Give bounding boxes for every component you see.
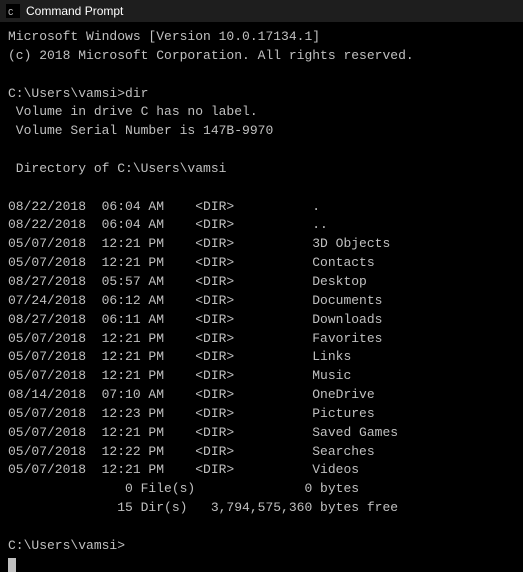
terminal-line-20: 05/07/2018 12:23 PM <DIR> Pictures xyxy=(8,406,375,421)
terminal-line-22: 05/07/2018 12:22 PM <DIR> Searches xyxy=(8,444,375,459)
cmd-icon: C xyxy=(6,4,20,18)
terminal-line-4: Volume in drive C has no label. xyxy=(8,104,258,119)
terminal-line-11: 05/07/2018 12:21 PM <DIR> 3D Objects xyxy=(8,236,390,251)
terminal-line-3: C:\Users\vamsi>dir xyxy=(8,86,148,101)
terminal-line-23: 05/07/2018 12:21 PM <DIR> Videos xyxy=(8,462,359,477)
title-bar-text: Command Prompt xyxy=(26,4,517,18)
terminal-line-9: 08/22/2018 06:04 AM <DIR> . xyxy=(8,199,320,214)
terminal-line-14: 07/24/2018 06:12 AM <DIR> Documents xyxy=(8,293,382,308)
terminal-line-0: Microsoft Windows [Version 10.0.17134.1] xyxy=(8,29,320,44)
terminal-line-17: 05/07/2018 12:21 PM <DIR> Links xyxy=(8,349,351,364)
terminal-line-24: 0 File(s) 0 bytes xyxy=(8,481,359,496)
terminal-line-5: Volume Serial Number is 147B-9970 xyxy=(8,123,273,138)
terminal-line-25: 15 Dir(s) 3,794,575,360 bytes free xyxy=(8,500,398,515)
terminal-line-7: Directory of C:\Users\vamsi xyxy=(8,161,226,176)
terminal-line-19: 08/14/2018 07:10 AM <DIR> OneDrive xyxy=(8,387,375,402)
terminal-line-1: (c) 2018 Microsoft Corporation. All righ… xyxy=(8,48,414,63)
title-bar: C Command Prompt xyxy=(0,0,523,22)
svg-text:C: C xyxy=(8,8,14,17)
terminal-line-21: 05/07/2018 12:21 PM <DIR> Saved Games xyxy=(8,425,398,440)
terminal-window[interactable]: Microsoft Windows [Version 10.0.17134.1]… xyxy=(0,22,523,572)
terminal-line-16: 05/07/2018 12:21 PM <DIR> Favorites xyxy=(8,331,382,346)
terminal-line-15: 08/27/2018 06:11 AM <DIR> Downloads xyxy=(8,312,382,327)
terminal-line-10: 08/22/2018 06:04 AM <DIR> .. xyxy=(8,217,328,232)
terminal-line-27: C:\Users\vamsi> xyxy=(8,538,125,553)
cursor xyxy=(8,558,16,572)
terminal-line-12: 05/07/2018 12:21 PM <DIR> Contacts xyxy=(8,255,375,270)
terminal-line-18: 05/07/2018 12:21 PM <DIR> Music xyxy=(8,368,351,383)
terminal-line-13: 08/27/2018 05:57 AM <DIR> Desktop xyxy=(8,274,367,289)
